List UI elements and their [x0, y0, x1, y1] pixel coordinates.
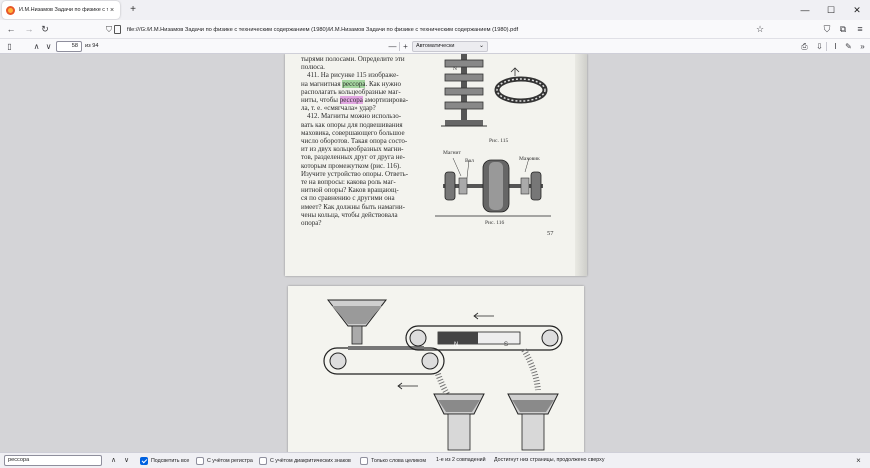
- pdf-toolbar: ▯ ∧ ∨ 58 из 94 — + Автоматически ⌄ ⎙ ⇩ I…: [0, 39, 870, 54]
- find-status: Достигнут низ страницы, продолжено сверх…: [494, 457, 605, 463]
- new-tab-button[interactable]: +: [126, 3, 140, 17]
- whole-words-checkbox[interactable]: Только слова целиком: [360, 456, 426, 465]
- find-bar: рессора ∧ ∨ Подсветить все С учётом реги…: [0, 452, 870, 468]
- match-case-checkbox[interactable]: С учётом регистра: [196, 456, 253, 465]
- zoom-select[interactable]: Автоматически ⌄: [412, 41, 488, 52]
- figure-label: N: [453, 66, 457, 72]
- figure-label: Вал: [465, 158, 474, 164]
- reload-icon[interactable]: ↻: [38, 22, 52, 36]
- search-match-selected: рессора: [342, 79, 366, 88]
- text-line: чены кольца, чтобы действовала: [301, 210, 398, 219]
- checkbox-icon: [259, 456, 267, 465]
- text-line: те на вопросы: какова роль маг-: [301, 178, 396, 187]
- zoom-in-button[interactable]: +: [399, 40, 412, 53]
- menu-icon[interactable]: ≡: [853, 22, 867, 36]
- pdf-page-58: N S: [288, 286, 584, 452]
- tools-menu-icon[interactable]: »: [856, 40, 869, 53]
- pdf-page-57: тырями полосами. Определите эти полюса. …: [285, 54, 587, 276]
- close-window-button[interactable]: ✕: [844, 0, 870, 20]
- maximize-button[interactable]: ☐: [818, 0, 844, 20]
- zoom-out-button[interactable]: —: [386, 40, 399, 53]
- checkbox-icon: [360, 456, 368, 465]
- pocket-icon[interactable]: ⛉: [820, 22, 834, 36]
- page-count: из 94: [85, 43, 99, 49]
- divider: [826, 42, 827, 51]
- text-line: ит из двух кольцеобразных магни-: [301, 145, 404, 154]
- url-bar[interactable]: ⛉ file:///G:/И.М.Низамов Задачи по физик…: [104, 23, 778, 36]
- text-line: на магнитная рессора. Как нужно: [301, 79, 429, 88]
- text-line: 411. На рисунке 115 изображе-: [307, 71, 399, 80]
- tab-close-button[interactable]: ×: [108, 7, 116, 14]
- text-line: полюса.: [301, 63, 325, 72]
- figure-label: Магнит: [443, 150, 461, 156]
- find-previous-button[interactable]: ∧: [108, 455, 119, 466]
- checkbox-icon: [196, 456, 204, 465]
- browser-window: И.М.Низамов Задачи по физике с техническ…: [0, 0, 870, 468]
- text-line: ниты, чтобы рессора амортизирова-: [301, 96, 429, 105]
- text-line: тов, разделенных друг от друга не-: [301, 153, 405, 162]
- sidebar-toggle-icon[interactable]: ▯: [3, 40, 16, 53]
- tab-pdf-document[interactable]: И.М.Низамов Задачи по физике с техническ…: [2, 1, 120, 19]
- highlight-all-label: Подсветить все: [151, 457, 190, 464]
- figure-caption: Рис. 116: [485, 220, 505, 226]
- text-line: Изучите устройство опоры. Ответь-: [301, 169, 409, 178]
- firefox-icon: [6, 5, 15, 15]
- draw-tool-icon[interactable]: ✎: [842, 40, 855, 53]
- figure-label: Маховик: [519, 156, 540, 162]
- checkbox-checked-icon: [140, 456, 148, 465]
- figure-caption: Рис. 115: [489, 138, 509, 144]
- figure-magnetic-separator: [323, 299, 563, 451]
- print-icon[interactable]: ⎙: [798, 40, 811, 53]
- text-line: маховика, совершающего большое: [301, 128, 405, 137]
- text-span: амортизирова-: [362, 96, 409, 105]
- find-next-button[interactable]: ∨: [121, 455, 132, 466]
- text-line: нитной опоры? Каков вращающ-: [301, 186, 399, 195]
- whole-words-label: Только слова целиком: [371, 457, 426, 464]
- search-match: рессора: [339, 96, 363, 105]
- text-line: ся по сравнению с другими она: [301, 194, 395, 203]
- match-diacritics-label: С учётом диакритических знаков: [270, 457, 351, 464]
- text-span: на магнитная: [301, 79, 343, 88]
- scan-edge: [575, 54, 587, 276]
- minimize-button[interactable]: —: [792, 0, 818, 20]
- page-number: 57: [547, 230, 554, 237]
- tab-title: И.М.Низамов Задачи по физике с техническ…: [19, 7, 108, 13]
- text-line: вать как опоры для подвешивания: [301, 120, 403, 129]
- next-page-icon[interactable]: ∨: [42, 40, 55, 53]
- chevron-down-icon: ⌄: [478, 43, 484, 49]
- text-line: располагать кольцеобразные маг-: [301, 87, 401, 96]
- page-number-input[interactable]: 58: [56, 41, 82, 52]
- extensions-icon[interactable]: ⧉: [836, 22, 850, 36]
- url-text[interactable]: file:///G:/И.М.Низамов Задачи по физике …: [127, 27, 518, 33]
- text-tool-icon[interactable]: I: [829, 40, 842, 53]
- highlight-all-checkbox[interactable]: Подсветить все: [140, 456, 189, 465]
- page-icon: [114, 25, 121, 34]
- find-close-button[interactable]: ×: [853, 455, 864, 466]
- zoom-value: Автоматически: [416, 43, 455, 49]
- magnet-pole-s: S: [504, 342, 509, 348]
- forward-icon[interactable]: →: [22, 22, 36, 36]
- tab-strip: И.М.Низамов Задачи по физике с техническ…: [0, 0, 870, 20]
- shield-icon[interactable]: ⛉: [106, 25, 112, 35]
- text-line: которым промежутком (рис. 116).: [301, 161, 401, 170]
- text-span: . Как нужно: [365, 79, 402, 88]
- text-line: число оборотов. Такая опора состо-: [301, 137, 408, 146]
- find-input[interactable]: рессора: [4, 455, 102, 466]
- text-line: опора?: [301, 219, 322, 228]
- match-diacritics-checkbox[interactable]: С учётом диакритических знаков: [259, 456, 351, 465]
- save-icon[interactable]: ⇩: [813, 40, 826, 53]
- text-line: ла, т. е. «смягчала» удар?: [301, 104, 376, 113]
- match-case-label: С учётом регистра: [207, 457, 253, 464]
- magnet-pole-n: N: [454, 342, 459, 348]
- text-line: тырями полосами. Определите эти: [301, 55, 405, 63]
- pdf-viewer[interactable]: тырями полосами. Определите эти полюса. …: [0, 54, 870, 452]
- text-line: имеет? Как должны быть намагни-: [301, 202, 405, 211]
- back-icon[interactable]: ←: [4, 22, 18, 36]
- text-span: ниты, чтобы: [301, 96, 340, 105]
- page-text: тырями полосами. Определите эти полюса. …: [301, 55, 429, 227]
- navigation-bar: ← → ↻ ⛉ file:///G:/И.М.Низамов Задачи по…: [0, 20, 870, 39]
- match-count: 1-е из 2 совпадений: [436, 457, 486, 463]
- text-line: 412. Магниты можно использо-: [307, 112, 402, 121]
- bookmark-star-icon[interactable]: ☆: [753, 22, 767, 36]
